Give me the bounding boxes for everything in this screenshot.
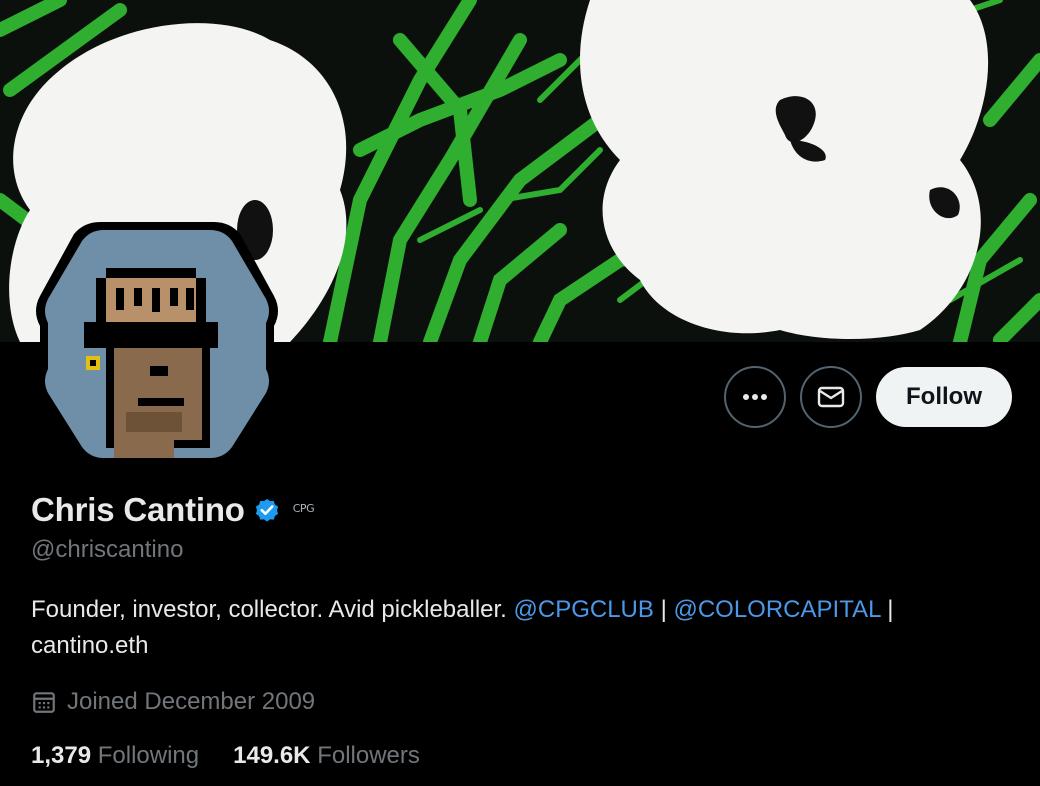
follow-button[interactable]: Follow xyxy=(876,367,1012,427)
bio-link: cantino.eth xyxy=(31,632,149,659)
name-row: Chris Cantino CPG xyxy=(31,488,1010,532)
bio-separator: | xyxy=(660,596,667,623)
mention-colorcapital[interactable]: @COLORCAPITAL xyxy=(673,596,880,623)
following-count: 1,379 xyxy=(31,742,92,769)
followers-count: 149.6K xyxy=(233,742,311,769)
mention-cpgclub[interactable]: @CPGCLUB xyxy=(514,596,654,623)
more-icon xyxy=(743,394,768,400)
bio-separator: | xyxy=(887,596,894,623)
following-link[interactable]: 1,379 Following xyxy=(31,742,199,770)
followers-label: Followers xyxy=(317,742,420,769)
following-label: Following xyxy=(97,742,200,769)
profile-info: Chris Cantino CPG @chriscantino Founder,… xyxy=(31,488,1010,774)
message-button[interactable] xyxy=(800,366,863,428)
verified-badge-icon[interactable] xyxy=(253,496,281,524)
display-name: Chris Cantino xyxy=(31,491,245,528)
avatar[interactable] xyxy=(30,216,284,470)
bio: Founder, investor, collector. Avid pickl… xyxy=(31,592,1010,664)
more-options-button[interactable] xyxy=(724,366,787,428)
joined-date: Joined December 2009 xyxy=(31,682,1010,722)
profile-actions: Follow xyxy=(724,366,1012,428)
joined-text: Joined December 2009 xyxy=(67,688,316,715)
followers-link[interactable]: 149.6K Followers xyxy=(233,742,420,770)
calendar-icon xyxy=(31,689,57,715)
bio-text: Founder, investor, collector. Avid pickl… xyxy=(31,596,507,623)
follow-stats: 1,379 Following 149.6K Followers xyxy=(31,738,1010,774)
avatar-image xyxy=(36,222,278,466)
envelope-icon xyxy=(817,386,845,408)
affiliation-badge[interactable]: CPG xyxy=(293,502,315,515)
handle: @chriscantino xyxy=(31,536,184,563)
